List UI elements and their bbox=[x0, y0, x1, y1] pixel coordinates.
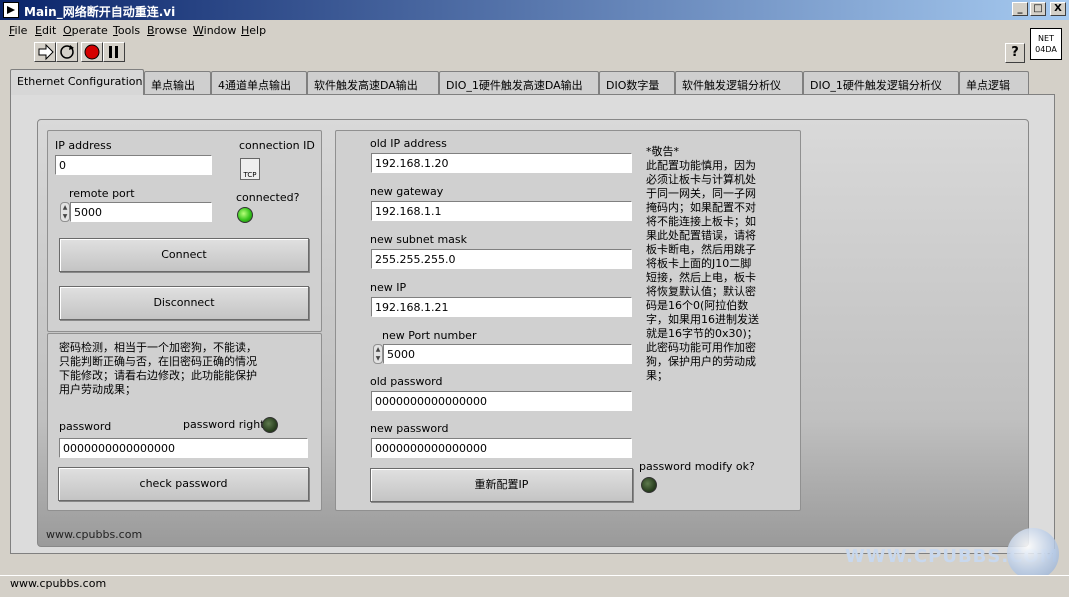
run-arrow-icon bbox=[38, 43, 54, 61]
vertical-strip bbox=[1057, 94, 1069, 574]
vi-icon: NET 04DA bbox=[1030, 28, 1062, 60]
old-password-field[interactable]: 0000000000000000 bbox=[371, 391, 632, 411]
password-label: password bbox=[59, 420, 112, 433]
password-right-label: password right? bbox=[183, 418, 271, 431]
vi-icon-line2: 04DA bbox=[1035, 45, 1057, 54]
remote-port-spinner[interactable]: ▲ ▼ bbox=[60, 202, 70, 222]
ip-address-label: IP address bbox=[55, 139, 112, 152]
menu-help[interactable]: Help bbox=[241, 24, 266, 37]
tab-4ch-single-output[interactable]: 4通道单点输出 bbox=[211, 71, 307, 94]
tab-ethernet-configuration[interactable]: Ethernet Configuration bbox=[10, 69, 144, 95]
globe-watermark-icon bbox=[1007, 528, 1059, 580]
run-button[interactable] bbox=[34, 42, 56, 62]
tcp-connection-id-icon: TCP bbox=[240, 158, 260, 180]
connection-id-label: connection ID bbox=[239, 139, 315, 152]
menu-file[interactable]: File bbox=[9, 24, 27, 37]
tab-single-output[interactable]: 单点输出 bbox=[144, 71, 211, 94]
remote-port-field[interactable]: 5000 bbox=[70, 202, 212, 222]
menu-bar: File Edit Operate Tools Browse Window He… bbox=[0, 20, 1069, 40]
disconnect-button[interactable]: Disconnect bbox=[59, 286, 309, 320]
warning-note: *敬告* 此配置功能慎用，因为必须让板卡与计算机处于同一网关，同一子网掩码内；如… bbox=[646, 145, 759, 382]
password-modify-label: password modify ok? bbox=[639, 460, 755, 473]
password-right-led bbox=[262, 417, 278, 433]
run-continuously-button[interactable] bbox=[56, 42, 78, 62]
status-bar bbox=[0, 575, 1069, 597]
menu-operate[interactable]: Operate bbox=[63, 24, 108, 37]
tab-software-trigger-logic[interactable]: 软件触发逻辑分析仪 bbox=[675, 71, 803, 94]
title-bar: Main_网络断开自动重连.vi _ □ X bbox=[0, 0, 1069, 20]
menu-window[interactable]: Window bbox=[193, 24, 236, 37]
menu-browse[interactable]: Browse bbox=[147, 24, 187, 37]
tab-dio1-hardware-trigger-logic[interactable]: DIO_1硬件触发逻辑分析仪 bbox=[803, 71, 959, 94]
new-ip-field[interactable]: 192.168.1.21 bbox=[371, 297, 632, 317]
check-password-button[interactable]: check password bbox=[58, 467, 309, 501]
tab-software-trigger-da[interactable]: 软件触发高速DA输出 bbox=[307, 71, 439, 94]
old-ip-label: old IP address bbox=[370, 137, 447, 150]
new-port-label: new Port number bbox=[382, 329, 477, 342]
abort-button[interactable] bbox=[81, 42, 103, 62]
ip-address-field[interactable]: 0 bbox=[55, 155, 212, 175]
context-help-button[interactable]: ? bbox=[1005, 43, 1025, 63]
tab-dio-digital[interactable]: DIO数字量 bbox=[599, 71, 675, 94]
pause-icon bbox=[109, 46, 118, 58]
new-password-field[interactable]: 0000000000000000 bbox=[371, 438, 632, 458]
new-subnet-label: new subnet mask bbox=[370, 233, 468, 246]
new-gateway-field[interactable]: 192.168.1.1 bbox=[371, 201, 632, 221]
window-title: Main_网络断开自动重连.vi bbox=[24, 5, 176, 19]
new-port-spinner[interactable]: ▲ ▼ bbox=[373, 344, 383, 364]
connected-label: connected? bbox=[236, 191, 300, 204]
abort-stop-icon bbox=[84, 44, 100, 60]
menu-tools[interactable]: Tools bbox=[113, 24, 140, 37]
labview-app-icon bbox=[3, 2, 19, 18]
tab-single-logic[interactable]: 单点逻辑 bbox=[959, 71, 1029, 94]
inner-website-label: www.cpubbs.com bbox=[46, 528, 143, 541]
connect-button[interactable]: Connect bbox=[59, 238, 309, 272]
old-ip-field[interactable]: 192.168.1.20 bbox=[371, 153, 632, 173]
vi-icon-line1: NET bbox=[1038, 34, 1054, 43]
new-port-field[interactable]: 5000 bbox=[383, 344, 632, 364]
toolbar bbox=[0, 40, 1069, 64]
connected-indicator-led bbox=[237, 207, 253, 223]
run-continuously-icon bbox=[60, 45, 74, 59]
new-ip-label: new IP bbox=[370, 281, 407, 294]
remote-port-label: remote port bbox=[69, 187, 135, 200]
status-website-label: www.cpubbs.com bbox=[10, 577, 107, 590]
close-button[interactable]: X bbox=[1050, 2, 1066, 16]
minimize-button[interactable]: _ bbox=[1012, 2, 1028, 16]
reconfigure-ip-button[interactable]: 重新配置IP bbox=[370, 468, 633, 502]
new-password-label: new password bbox=[370, 422, 449, 435]
new-gateway-label: new gateway bbox=[370, 185, 444, 198]
maximize-button[interactable]: □ bbox=[1030, 2, 1046, 16]
menu-edit[interactable]: Edit bbox=[35, 24, 56, 37]
old-password-label: old password bbox=[370, 375, 443, 388]
new-subnet-field[interactable]: 255.255.255.0 bbox=[371, 249, 632, 269]
password-note: 密码检测，相当于一个加密狗，不能读，只能判断正确与否，在旧密码正确的情况下能修改… bbox=[59, 341, 257, 396]
tab-dio1-hardware-trigger-da[interactable]: DIO_1硬件触发高速DA输出 bbox=[439, 71, 599, 94]
password-modify-led bbox=[641, 477, 657, 493]
pause-button[interactable] bbox=[103, 42, 125, 62]
password-field[interactable]: 0000000000000000 bbox=[59, 438, 308, 458]
